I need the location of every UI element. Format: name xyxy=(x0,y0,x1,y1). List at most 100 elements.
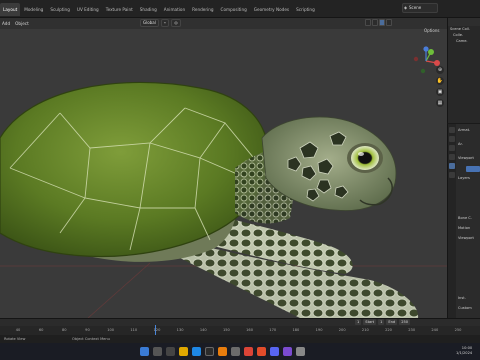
armature-data-name[interactable]: Ar. xyxy=(458,142,463,146)
perspective-toggle-icon[interactable]: ▦ xyxy=(436,99,444,107)
workspace-tabs: Layout Modeling Sculpting UV Editing Texture… xyxy=(0,3,318,16)
solid-shading-button[interactable] xyxy=(372,19,378,26)
inverse-kinematics-section[interactable]: Inst. xyxy=(458,296,466,300)
frame-tick-label: 240 xyxy=(431,328,439,332)
frame-tick-label: 100 xyxy=(107,328,115,332)
timeline[interactable]: 1 Start 1 End 250 40 60 80 90 100 110 120 130 14… xyxy=(0,318,480,336)
system-tray[interactable]: 10:00 1/1/2024 xyxy=(456,346,472,356)
camera-view-icon[interactable]: ▣ xyxy=(436,88,444,96)
tab-geometry-nodes[interactable]: Geometry Nodes xyxy=(251,3,292,16)
frame-tick-label: 60 xyxy=(38,328,44,332)
frame-tick-label: 180 xyxy=(292,328,300,332)
frame-tick-label: 220 xyxy=(385,328,392,332)
frame-tick-label: 170 xyxy=(269,328,277,332)
scene-selector[interactable]: ◈ Scene xyxy=(402,3,438,13)
frame-tick-label: 200 xyxy=(338,328,346,332)
transform-orientation-label: Global xyxy=(143,20,156,25)
proportional-edit-toggle[interactable]: ◎ xyxy=(171,19,181,27)
frame-range: 1 Start 1 End 250 xyxy=(355,319,411,325)
tab-animation[interactable]: Animation xyxy=(161,3,188,16)
properties-tabs xyxy=(448,124,456,319)
frame-tick-label: 90 xyxy=(85,328,90,332)
object-data-tab[interactable] xyxy=(449,163,455,169)
armature-name[interactable]: Armat. xyxy=(458,128,470,132)
scene-label: Scene xyxy=(409,5,422,10)
tool-tab[interactable] xyxy=(449,127,455,133)
shading-modes xyxy=(365,19,392,26)
wireframe-shading-button[interactable] xyxy=(365,19,371,26)
properties-panel: Armat. Ar. Viewport Layers Bone C. Motio… xyxy=(447,123,480,319)
edge-browser-icon[interactable] xyxy=(192,347,201,356)
outliner-header xyxy=(448,18,480,26)
zoom-icon[interactable]: ⊕ xyxy=(436,66,444,74)
end-frame-field[interactable]: 250 xyxy=(399,319,411,325)
viewport-header: Add Object Global ⌁ ◎ xyxy=(0,18,447,29)
turtle-model xyxy=(0,81,447,318)
menu-object[interactable]: Object xyxy=(15,18,29,29)
store-icon[interactable] xyxy=(205,347,214,356)
viewport-tools: Global ⌁ ◎ xyxy=(140,19,181,27)
outliner-row-camera[interactable]: Came. xyxy=(448,38,480,44)
tab-layout[interactable]: Layout xyxy=(0,3,21,16)
render-tab[interactable] xyxy=(449,136,455,142)
clock-date: 1/1/2024 xyxy=(456,351,473,355)
tab-texture-paint[interactable]: Texture Paint xyxy=(103,3,136,16)
search-icon[interactable] xyxy=(153,347,162,356)
custom-properties-section[interactable]: Custom xyxy=(458,306,472,310)
3d-viewport[interactable]: Add Object Global ⌁ ◎ Options ⊕ ✋ ▣ ▦ xyxy=(0,18,447,318)
blender-window: Layout Modeling Sculpting UV Editing Texture… xyxy=(0,0,480,360)
end-label: End xyxy=(386,319,398,325)
frame-tick-label: 80 xyxy=(62,328,67,332)
snap-toggle[interactable]: ⌁ xyxy=(160,19,170,27)
taskbar-icons xyxy=(140,347,305,356)
output-tab[interactable] xyxy=(449,145,455,151)
current-frame-field[interactable]: 1 xyxy=(355,319,362,325)
pan-hand-icon[interactable]: ✋ xyxy=(436,77,444,85)
tab-compositing[interactable]: Compositing xyxy=(218,3,250,16)
layers-section[interactable]: Layers xyxy=(458,176,470,180)
pose-position-toggle[interactable] xyxy=(466,166,480,172)
frame-tick-label: 210 xyxy=(361,328,369,332)
viewport-menu: Add Object xyxy=(2,18,29,29)
frame-tick-label: 130 xyxy=(176,328,184,332)
bone-tab[interactable] xyxy=(449,172,455,178)
tab-scripting[interactable]: Scripting xyxy=(293,3,318,16)
timeline-header: 1 Start 1 End 250 xyxy=(0,319,480,326)
tab-modeling[interactable]: Modeling xyxy=(21,3,46,16)
top-menu-bar: Layout Modeling Sculpting UV Editing Texture… xyxy=(0,0,480,18)
scene-icon: ◈ xyxy=(404,5,408,10)
material-shading-button[interactable] xyxy=(379,19,385,26)
tab-shading[interactable]: Shading xyxy=(137,3,160,16)
rendered-shading-button[interactable] xyxy=(386,19,392,26)
viewport-display-section[interactable]: Viewport xyxy=(458,156,474,160)
tab-rendering[interactable]: Rendering xyxy=(189,3,216,16)
tab-sculpting[interactable]: Sculpting xyxy=(47,3,73,16)
status-left-hint: Rotate View xyxy=(4,337,26,341)
frame-tick-label: 230 xyxy=(408,328,416,332)
start-frame-field[interactable]: 1 xyxy=(378,319,385,325)
transform-orientation-dropdown[interactable]: Global xyxy=(140,19,159,27)
start-menu-icon[interactable] xyxy=(140,347,149,356)
options-dropdown[interactable]: Options xyxy=(424,28,439,33)
app-icon[interactable] xyxy=(231,347,240,356)
discord-icon[interactable] xyxy=(270,347,279,356)
tab-uv-editing[interactable]: UV Editing xyxy=(74,3,102,16)
frame-tick-label: 250 xyxy=(454,328,462,332)
start-label: Start xyxy=(363,319,377,325)
app-icon-3[interactable] xyxy=(283,347,292,356)
blender-app-icon[interactable] xyxy=(218,347,227,356)
viewport-display-section-2[interactable]: Viewport xyxy=(458,236,474,240)
motion-paths-section[interactable]: Motion xyxy=(458,226,470,230)
scene-tab[interactable] xyxy=(449,154,455,160)
frame-tick-label: 150 xyxy=(222,328,230,332)
frame-tick-label: 190 xyxy=(315,328,323,332)
frame-tick-label: 140 xyxy=(199,328,207,332)
app-icon-2[interactable] xyxy=(257,347,266,356)
file-explorer-icon[interactable] xyxy=(179,347,188,356)
os-taskbar: 10:00 1/1/2024 xyxy=(0,343,480,360)
app-icon-4[interactable] xyxy=(296,347,305,356)
menu-add[interactable]: Add xyxy=(2,18,10,29)
bone-collections-section[interactable]: Bone C. xyxy=(458,216,472,220)
chrome-icon[interactable] xyxy=(244,347,253,356)
task-view-icon[interactable] xyxy=(166,347,175,356)
